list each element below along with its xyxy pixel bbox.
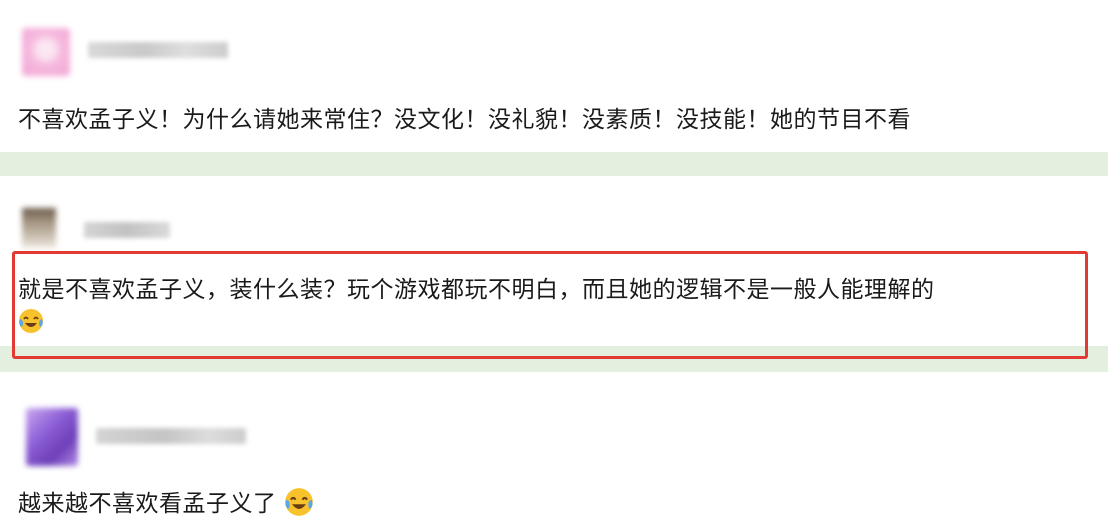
comment-divider	[0, 152, 1108, 176]
comment-text: 越来越不喜欢看孟子义了	[18, 484, 314, 523]
laughing-crying-emoji-icon	[284, 487, 314, 523]
comment-text-content: 越来越不喜欢看孟子义了	[18, 491, 277, 517]
comment-card: 不喜欢孟子义！为什么请她来常住？没文化！没礼貌！没素质！没技能！她的节目不看	[0, 0, 1108, 152]
avatar[interactable]	[26, 408, 78, 466]
comment-text: 不喜欢孟子义！为什么请她来常住？没文化！没礼貌！没素质！没技能！她的节目不看	[18, 107, 911, 133]
avatar[interactable]	[22, 208, 56, 248]
username[interactable]	[88, 42, 228, 58]
avatar[interactable]	[22, 28, 70, 76]
username[interactable]	[96, 428, 246, 444]
highlight-box	[12, 251, 1088, 359]
comment-card: 越来越不喜欢看孟子义了	[0, 372, 1108, 528]
username[interactable]	[84, 222, 170, 238]
